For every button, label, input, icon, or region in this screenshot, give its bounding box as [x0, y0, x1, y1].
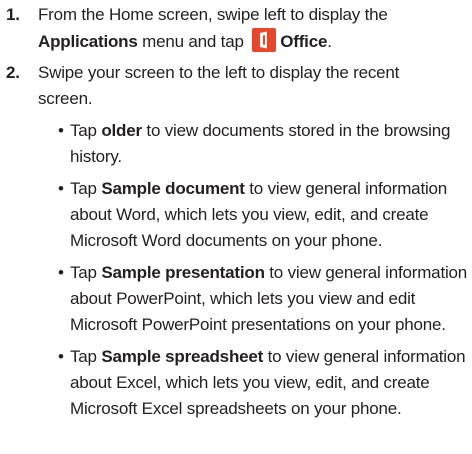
office-label: Office	[280, 32, 328, 51]
bullet-sample-document-line-3: Microsoft Word documents on your phone.	[70, 231, 383, 250]
bullet-marker: •	[58, 263, 64, 282]
bullet-marker: •	[58, 121, 64, 140]
bullet-lead: Tap	[70, 121, 102, 140]
bullet-sample-document-text: Tap Sample document to view general info…	[70, 176, 472, 254]
step-2-line-2: screen.	[38, 89, 93, 108]
step-2-line-1: Swipe your screen to the left to display…	[38, 63, 400, 82]
bullet-sample-presentation-text: Tap Sample presentation to view general …	[70, 260, 472, 338]
office-icon	[252, 28, 277, 52]
bullet-older-text: Tap older to view documents stored in th…	[70, 118, 472, 170]
step-2-number: 2.	[6, 63, 20, 82]
bullet-older-line-2: history.	[70, 147, 122, 166]
bullet-sample-document-line-2: about Word, which lets you view, edit, a…	[70, 205, 429, 224]
sample-spreadsheet-label: Sample spreadsheet	[101, 347, 264, 366]
sample-document-label: Sample document	[101, 179, 245, 198]
step-1-body: From the Home screen, swipe left to disp…	[38, 2, 468, 55]
bullet-rest: to view general information	[264, 263, 468, 282]
bullet-marker: •	[58, 347, 64, 366]
sample-presentation-label: Sample presentation	[101, 263, 265, 282]
bullet-sample-spreadsheet-text: Tap Sample spreadsheet to view general i…	[70, 344, 472, 422]
bullet-older-line-1: Tap older to view documents stored in th…	[70, 118, 472, 144]
older-label: older	[101, 121, 142, 140]
bullet-lead: Tap	[70, 263, 102, 282]
bullet-rest: to view general information	[263, 347, 466, 366]
applications-label: Applications	[38, 32, 138, 51]
bullet-sample-document-line-1: Tap Sample document to view general info…	[70, 176, 472, 202]
bullet-sample-spreadsheet-line-2: about Excel, which lets you view, edit, …	[70, 373, 430, 392]
step-1-period: .	[327, 32, 332, 51]
step-1-line-1: From the Home screen, swipe left to disp…	[38, 5, 388, 24]
bullet-rest: to view documents stored in the browsing	[141, 121, 451, 140]
step-2-body: Swipe your screen to the left to display…	[38, 60, 468, 112]
step-1-mid-text: menu and tap	[137, 32, 249, 51]
step-1-line-2: Applications menu and tap Office.	[38, 28, 468, 55]
bullet-sample-presentation-line-1: Tap Sample presentation to view general …	[70, 260, 472, 286]
bullet-sample-spreadsheet-line-1: Tap Sample spreadsheet to view general i…	[70, 344, 472, 370]
bullet-sample-spreadsheet-line-3: Microsoft Excel spreadsheets on your pho…	[70, 399, 402, 418]
bullet-rest: to view general information	[244, 179, 448, 198]
bullet-sample-presentation-line-3: Microsoft PowerPoint presentations on yo…	[70, 315, 446, 334]
step-1-number: 1.	[6, 5, 20, 24]
bullet-lead: Tap	[70, 179, 102, 198]
bullet-lead: Tap	[70, 347, 102, 366]
bullet-marker: •	[58, 179, 64, 198]
bullet-sample-presentation-line-2: about PowerPoint, which lets you view an…	[70, 289, 416, 308]
